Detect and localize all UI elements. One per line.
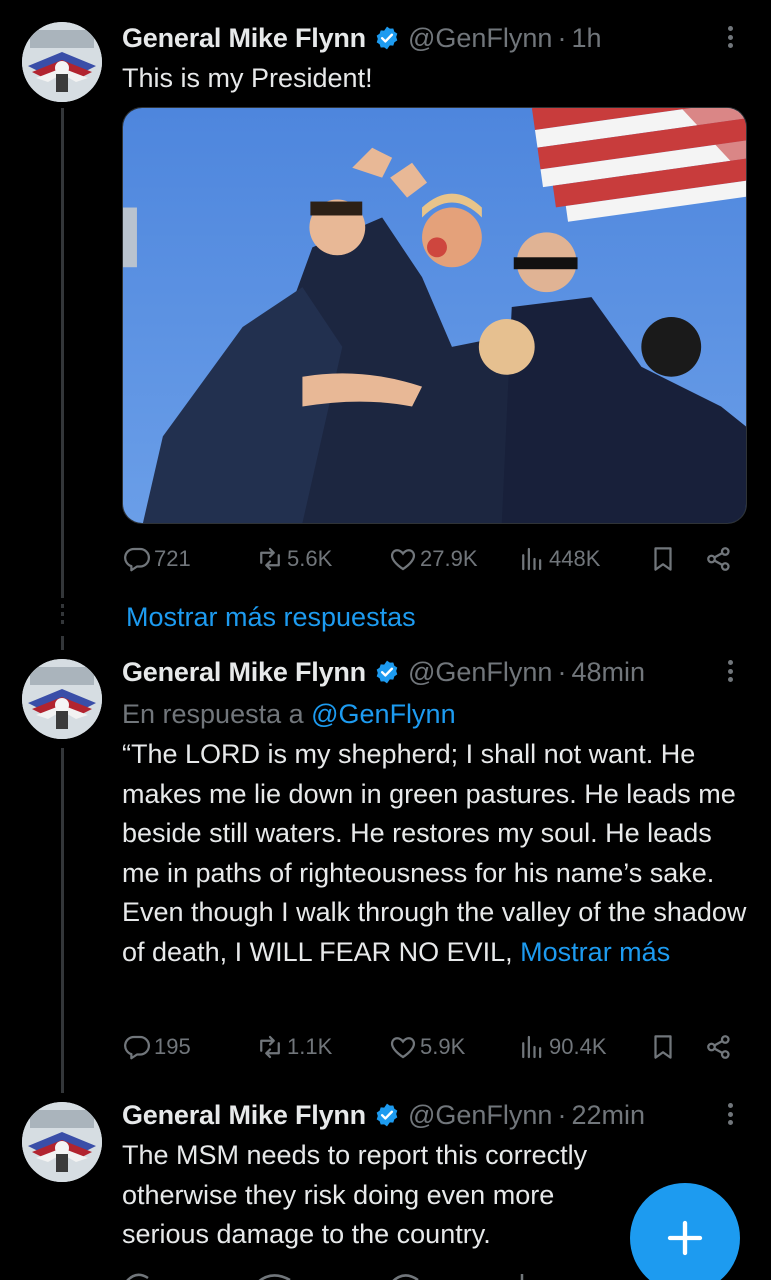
tweet-header: General Mike Flynn @GenFlynn · 22min — [122, 1097, 752, 1133]
reply-icon — [122, 1032, 152, 1062]
separator: · — [557, 22, 567, 53]
tweet-actions: 195 1.1K 5.9K 90.4K — [122, 1029, 737, 1065]
avatar[interactable] — [22, 22, 102, 102]
tweet-text-container: “The LORD is my shepherd; I shall not wa… — [122, 735, 752, 972]
reply-count: 721 — [154, 546, 191, 571]
tweet-text: The MSM needs to report this correctly o… — [122, 1140, 588, 1249]
tweet-header: General Mike Flynn @GenFlynn · 1h — [122, 20, 752, 56]
author-name[interactable]: General Mike Flynn — [122, 23, 366, 54]
author-name[interactable]: General Mike Flynn — [122, 1100, 366, 1131]
repost-count: 5.6K — [287, 546, 333, 571]
like-icon — [388, 1032, 418, 1062]
views-button[interactable]: 90.4K — [517, 1029, 607, 1065]
like-icon — [388, 544, 418, 574]
verified-icon — [374, 659, 400, 685]
verified-icon — [374, 25, 400, 51]
tweet[interactable]: General Mike Flynn @GenFlynn · 48min En … — [122, 654, 752, 972]
author-handle[interactable]: @GenFlynn — [408, 1100, 552, 1131]
bookmark-icon[interactable] — [648, 541, 678, 577]
more-icon[interactable] — [720, 656, 740, 686]
tweet-actions: 721 5.6K 27.9K 448K — [122, 541, 737, 577]
separator: · — [557, 656, 567, 687]
show-more-link[interactable]: Mostrar más — [520, 937, 670, 967]
more-icon[interactable] — [720, 1099, 740, 1129]
tweet-photo[interactable] — [122, 107, 747, 524]
like-button[interactable]: 5.9K — [388, 1029, 465, 1065]
reply-prefix: En respuesta a — [122, 699, 312, 729]
tweet[interactable]: General Mike Flynn @GenFlynn · 1h This i… — [122, 20, 752, 99]
reply-button[interactable]: 721 — [122, 541, 191, 577]
like-button[interactable]: 27.9K — [388, 541, 478, 577]
thread-connector — [61, 748, 64, 1093]
show-more-replies-link[interactable]: Mostrar más respuestas — [126, 602, 416, 633]
repost-icon — [255, 544, 285, 574]
views-icon — [517, 544, 547, 574]
views-count: 448K — [549, 546, 601, 571]
timestamp[interactable]: 1h — [571, 23, 601, 54]
tweet-text: “The LORD is my shepherd; I shall not wa… — [122, 739, 747, 967]
author-handle[interactable]: @GenFlynn — [408, 23, 552, 54]
thread-dots — [59, 604, 65, 628]
share-icon[interactable] — [704, 1029, 734, 1065]
repost-button[interactable]: 1.1K — [255, 1029, 332, 1065]
avatar[interactable] — [22, 659, 102, 739]
more-icon[interactable] — [720, 22, 740, 52]
thread-connector — [61, 636, 64, 650]
verified-icon — [374, 1102, 400, 1128]
views-icon — [517, 1032, 547, 1062]
reply-handle-link[interactable]: @GenFlynn — [311, 699, 455, 729]
author-name[interactable]: General Mike Flynn — [122, 657, 366, 688]
timestamp[interactable]: 22min — [571, 1100, 645, 1131]
reply-icon — [122, 544, 152, 574]
bookmark-icon[interactable] — [648, 1029, 678, 1065]
avatar[interactable] — [22, 1102, 102, 1182]
like-count: 5.9K — [420, 1034, 466, 1059]
separator: · — [557, 1099, 567, 1130]
repost-button[interactable]: 5.6K — [255, 541, 332, 577]
compose-icon — [665, 1218, 705, 1258]
share-icon[interactable] — [704, 541, 734, 577]
reply-button[interactable]: 195 — [122, 1029, 191, 1065]
tweet-text: This is my President! — [122, 63, 373, 93]
author-handle[interactable]: @GenFlynn — [408, 657, 552, 688]
repost-icon — [255, 1032, 285, 1062]
tweet-actions-partial — [122, 1268, 622, 1280]
like-count: 27.9K — [420, 546, 478, 571]
views-count: 90.4K — [549, 1034, 607, 1059]
repost-count: 1.1K — [287, 1034, 333, 1059]
timestamp[interactable]: 48min — [571, 657, 645, 688]
views-button[interactable]: 448K — [517, 541, 600, 577]
thread-connector — [61, 108, 64, 598]
tweet-header: General Mike Flynn @GenFlynn · 48min — [122, 654, 752, 690]
reply-count: 195 — [154, 1034, 191, 1059]
reply-context: En respuesta a @GenFlynn — [122, 696, 752, 732]
